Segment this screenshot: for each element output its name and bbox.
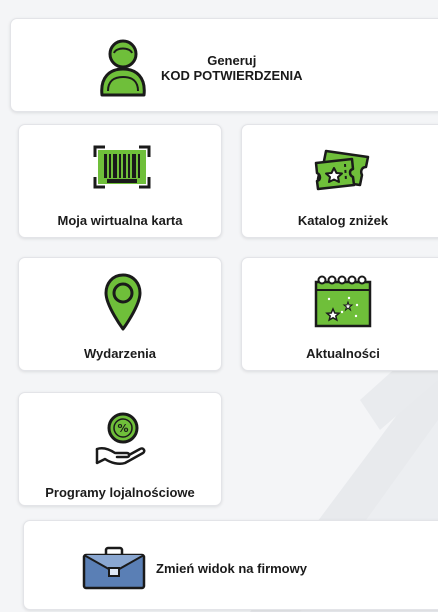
generate-code-line1: Generuj	[207, 53, 257, 68]
loyalty-programs-label: Programy lojalnościowe	[45, 485, 195, 500]
generate-code-label: Generuj KOD POTWIERDZENIA	[161, 53, 303, 83]
discount-catalog-tile[interactable]: Katalog zniżek	[241, 124, 438, 238]
calendar-news-icon	[314, 275, 372, 328]
loyalty-programs-tile[interactable]: % Programy lojalnościowe	[18, 392, 222, 506]
ticket-star-icon	[314, 149, 370, 191]
discount-catalog-label: Katalog zniżek	[297, 213, 389, 228]
barcode-icon	[93, 145, 151, 189]
hand-coin-percent-icon: %	[95, 412, 146, 466]
generate-code-line2: KOD POTWIERDZENIA	[161, 68, 303, 83]
virtual-card-tile[interactable]: Moja wirtualna karta	[18, 124, 222, 238]
location-pin-icon	[104, 273, 142, 331]
events-tile[interactable]: Wydarzenia	[18, 257, 222, 371]
generate-code-card[interactable]: Generuj KOD POTWIERDZENIA	[10, 18, 438, 112]
switch-business-view-label: Zmień widok na firmowy	[156, 561, 307, 576]
events-label: Wydarzenia	[83, 346, 156, 361]
news-tile[interactable]: Aktualności	[241, 257, 438, 371]
main-menu-screen: Generuj KOD POTWIERDZENIA Moja wirtualna…	[0, 0, 438, 612]
switch-business-view-card[interactable]: Zmień widok na firmowy	[23, 520, 438, 610]
news-label: Aktualności	[306, 346, 380, 361]
briefcase-icon	[82, 546, 146, 590]
svg-text:%: %	[117, 422, 128, 435]
user-badge-icon	[100, 39, 146, 97]
virtual-card-label: Moja wirtualna karta	[57, 213, 183, 228]
